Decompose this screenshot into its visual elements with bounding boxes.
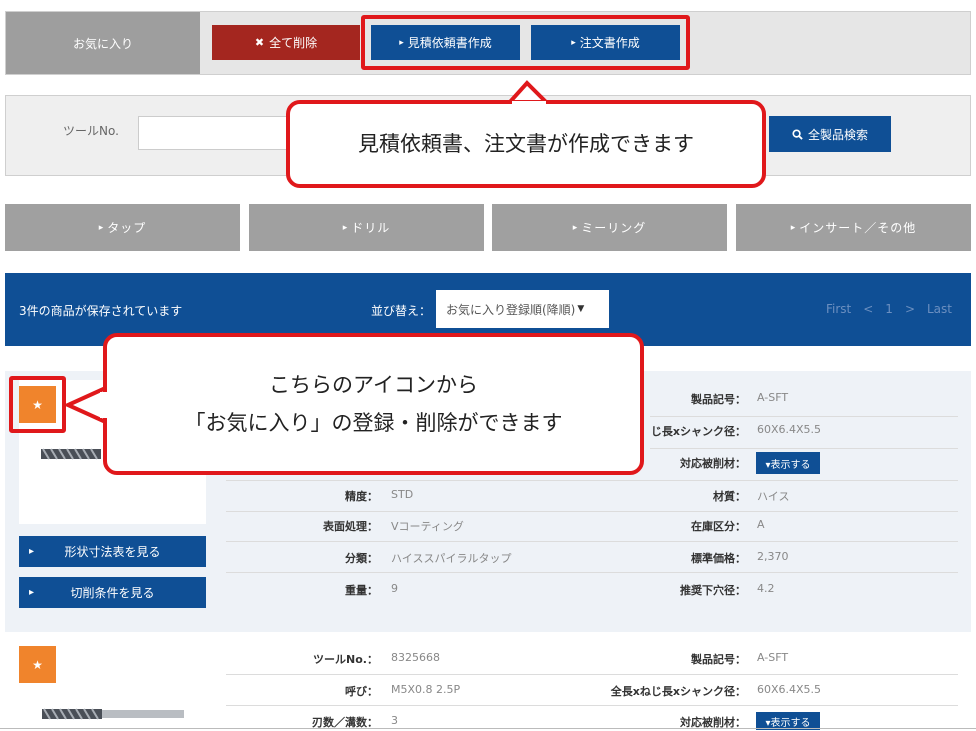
tab-drill[interactable]: ▸ ドリル (249, 204, 484, 251)
tab-insert-other[interactable]: ▸ インサート／その他 (736, 204, 971, 251)
class-value: ハイススパイラルタップ (391, 552, 512, 565)
highlight-box-star (9, 376, 66, 433)
tool-no-value: 8325668 (391, 651, 440, 664)
callout-create-docs: 見積依頼書、注文書が作成できます (286, 100, 766, 188)
triangle-icon: ▸ (29, 587, 35, 598)
divider (226, 511, 958, 512)
bottom-border (0, 728, 976, 729)
star-icon: ★ (32, 657, 43, 672)
divider (226, 674, 958, 675)
surface-value: Vコーティング (391, 520, 464, 533)
precision-value: STD (391, 488, 414, 501)
tap-drawing (41, 448, 101, 460)
product-code-key: 製品記号： (691, 393, 746, 406)
product-code-value: A-SFT (757, 391, 789, 404)
sort-label: 並び替え： (371, 304, 432, 318)
pager-last[interactable]: Last (927, 302, 952, 316)
shape-dimension-button[interactable]: ▸ 形状寸法表を見る (19, 536, 206, 567)
delete-all-button[interactable]: ✖ 全て削除 (212, 25, 360, 60)
tool-no-input[interactable] (138, 116, 298, 150)
hole-key: 推奨下穴径： (680, 584, 746, 597)
callout-icon-line2: 「お気に入り」の登録・削除ができます (184, 411, 563, 435)
cutting-conditions-label: 切削条件を見る (70, 586, 155, 600)
product-code-key: 製品記号： (691, 653, 746, 666)
call-value: M5X0.8 2.5P (391, 683, 461, 696)
chevron-down-icon: ▼ (577, 304, 585, 314)
weight-value: 9 (391, 582, 398, 595)
pager-next[interactable]: > (905, 302, 915, 316)
length-value: 60X6.4X5.5 (757, 683, 822, 696)
divider (226, 541, 958, 542)
tap-drawing (42, 708, 184, 720)
pager-first[interactable]: First (826, 302, 851, 316)
hole-value: 4.2 (757, 582, 775, 595)
sort-select[interactable]: お気に入り登録順(降順) ▼ (436, 290, 609, 328)
product-code-value: A-SFT (757, 651, 789, 664)
delete-all-label: 全て削除 (269, 36, 318, 50)
triangle-icon: ▸ (342, 222, 349, 233)
tab-drill-label: ドリル (351, 221, 391, 235)
price-key: 標準価格： (691, 552, 746, 565)
triangle-icon: ▸ (572, 222, 579, 233)
pagination: First < 1 > Last (826, 302, 952, 316)
divider (650, 448, 958, 449)
material-type-key: 材質： (713, 490, 746, 503)
highlight-box-buttons (361, 15, 690, 70)
precision-key: 精度： (345, 490, 378, 503)
shape-dimension-label: 形状寸法表を見る (64, 545, 161, 559)
tool-no-key: ツールNo.： (313, 653, 378, 666)
callout-icon-line1: こちらのアイコンから (269, 373, 478, 397)
callout-tail-join (100, 392, 110, 418)
material-type-value: ハイス (757, 490, 790, 503)
pager-page[interactable]: 1 (885, 302, 893, 316)
saved-count-text: 3件の商品が保存されています (19, 304, 183, 318)
sort-select-value: お気に入り登録順(降順) (446, 302, 576, 317)
cutting-conditions-button[interactable]: ▸ 切削条件を見る (19, 577, 206, 608)
call-key: 呼び： (345, 685, 378, 698)
length-key: 全長xねじ長xシャンク径： (610, 685, 746, 698)
tab-tap[interactable]: ▸ タップ (5, 204, 240, 251)
callout-tail-join (512, 101, 546, 107)
length-value: 60X6.4X5.5 (757, 423, 822, 436)
callout-create-docs-text: 見積依頼書、注文書が作成できます (358, 132, 694, 156)
surface-key: 表面処理： (323, 520, 378, 533)
length-key: じ長xシャンク径： (650, 425, 746, 438)
favorites-label: お気に入り (6, 12, 200, 74)
tab-milling-label: ミーリング (581, 221, 647, 235)
show-materials-button[interactable]: ▾表示する (756, 452, 820, 474)
search-button-label: 全製品検索 (807, 127, 868, 142)
divider (226, 480, 958, 481)
divider (226, 572, 958, 573)
callout-favorite-icon: こちらのアイコンから 「お気に入り」の登録・削除ができます (103, 333, 644, 475)
stock-key: 在庫区分： (691, 520, 746, 533)
search-icon (792, 128, 803, 140)
tab-milling[interactable]: ▸ ミーリング (492, 204, 727, 251)
price-value: 2,370 (757, 550, 789, 563)
weight-key: 重量： (345, 584, 378, 597)
divider (226, 705, 958, 706)
pager-prev[interactable]: < (863, 302, 873, 316)
triangle-icon: ▸ (29, 546, 35, 557)
triangle-icon: ▸ (790, 222, 797, 233)
divider (650, 416, 958, 417)
tab-tap-label: タップ (107, 221, 147, 235)
favorite-star-button-2[interactable]: ★ (19, 646, 56, 683)
material-key: 対応被削材： (680, 457, 746, 470)
stock-value: A (757, 518, 765, 531)
times-icon: ✖ (254, 36, 265, 49)
all-products-search-button[interactable]: 全製品検索 (769, 116, 891, 152)
tool-no-label: ツールNo. (63, 124, 119, 138)
flutes-value: 3 (391, 714, 398, 727)
class-key: 分類： (345, 552, 378, 565)
tab-insert-other-label: インサート／その他 (799, 221, 917, 235)
triangle-icon: ▸ (98, 222, 105, 233)
